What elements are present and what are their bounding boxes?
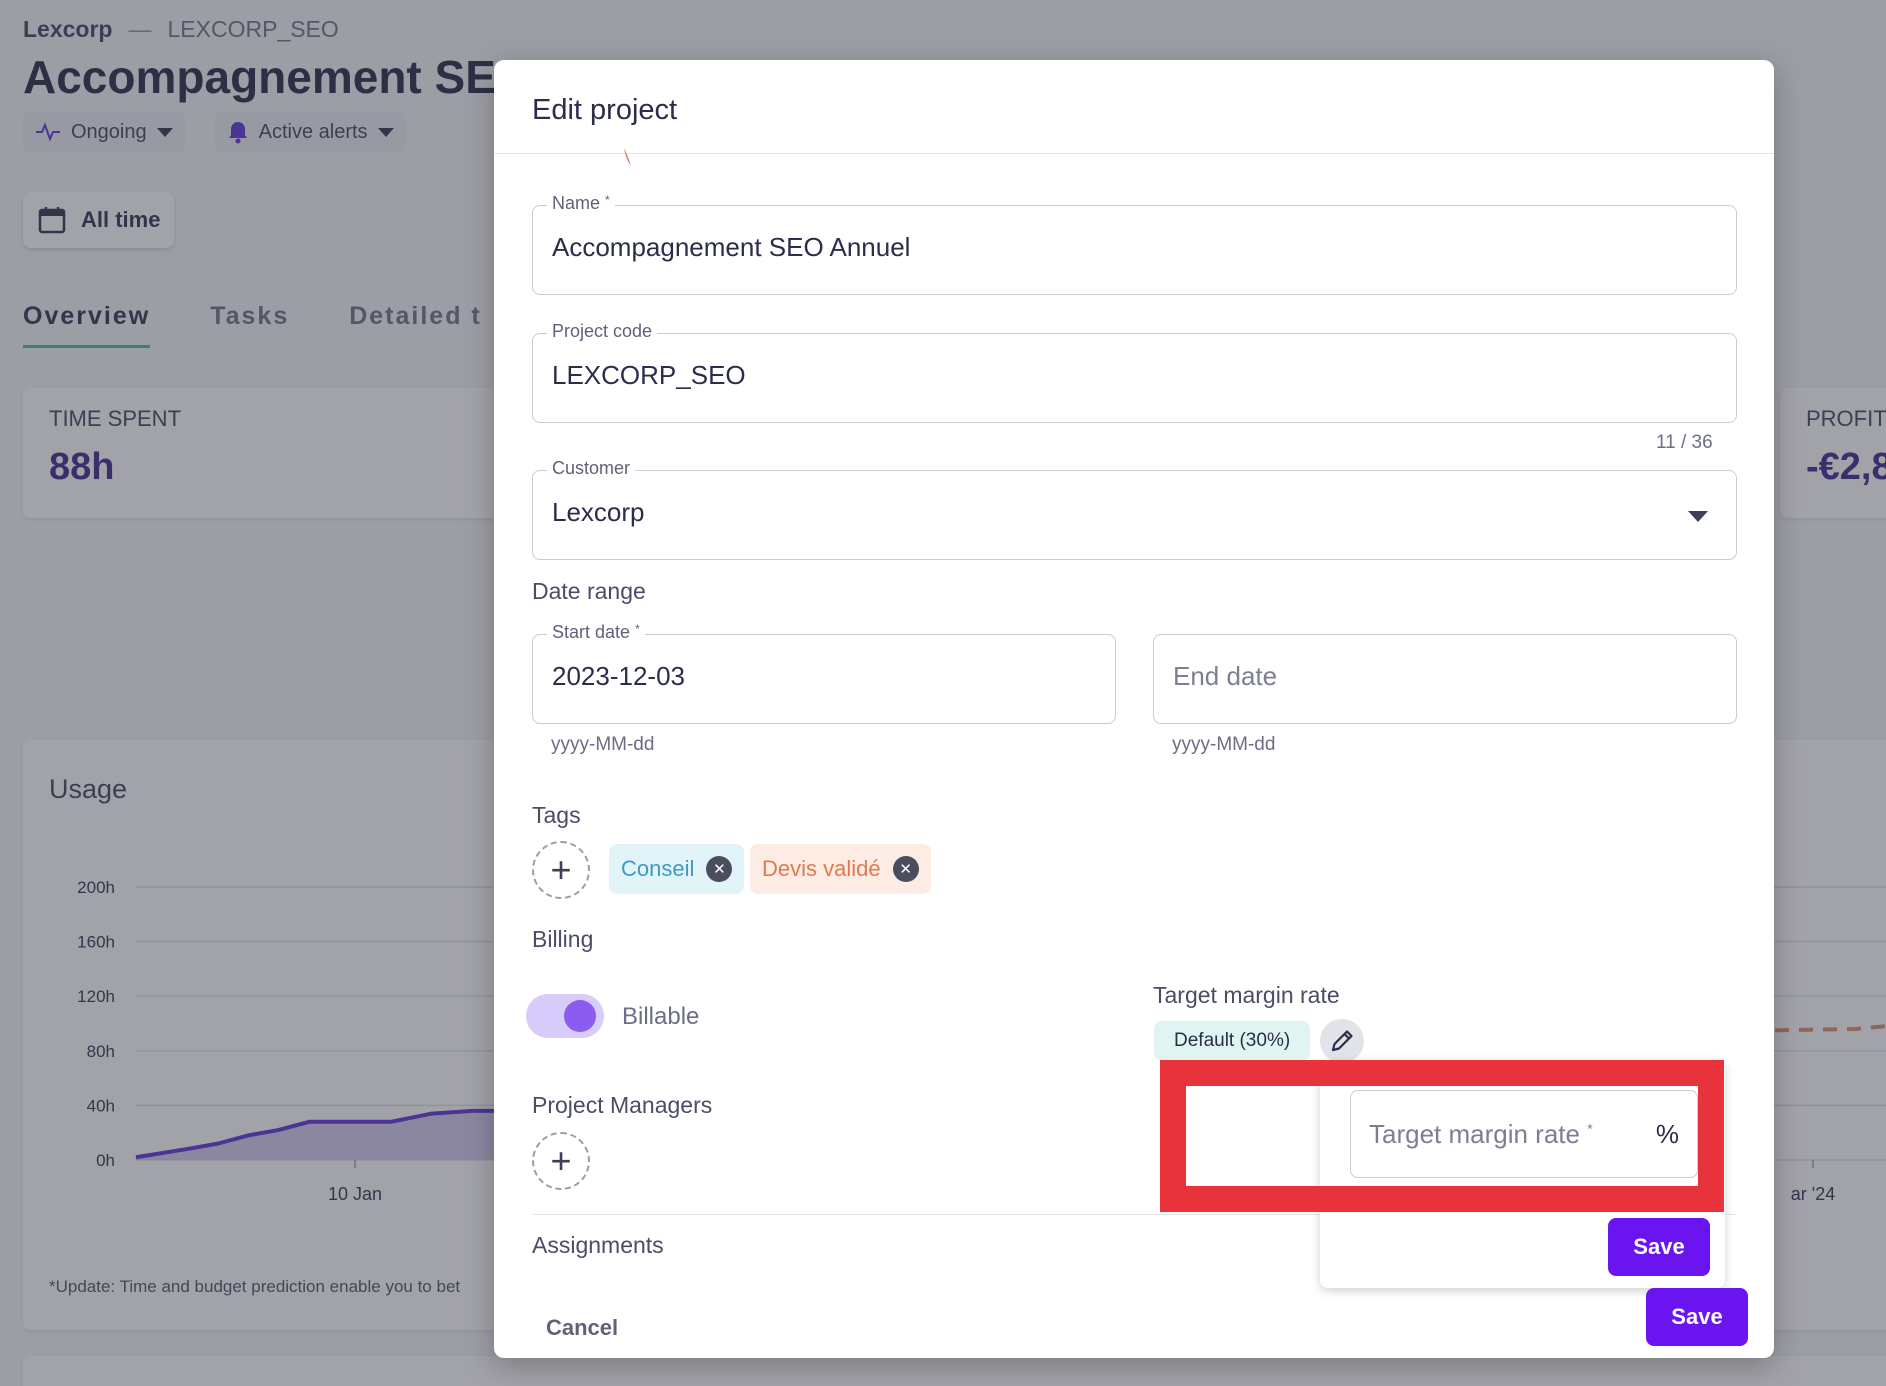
name-field[interactable]: Name * Accompagnement SEO Annuel (532, 193, 1737, 295)
toggle-knob (564, 1000, 596, 1032)
target-margin-label: Target margin rate (1153, 982, 1340, 1008)
cursor-artifact-icon (624, 148, 631, 166)
name-input[interactable]: Accompagnement SEO Annuel (552, 232, 910, 263)
popover-save-button[interactable]: Save (1608, 1218, 1710, 1276)
end-date-input[interactable]: End date (1173, 661, 1277, 692)
project-code-counter: 11 / 36 (1656, 432, 1713, 453)
remove-tag-icon[interactable]: ✕ (706, 856, 733, 882)
date-range-label: Date range (532, 578, 646, 604)
edit-margin-button[interactable] (1320, 1019, 1364, 1063)
plus-icon: + (550, 1140, 572, 1181)
billing-label: Billing (532, 926, 594, 952)
end-date-field[interactable]: End date (1153, 634, 1737, 724)
customer-value: Lexcorp (552, 497, 645, 527)
assignments-label: Assignments (532, 1232, 664, 1258)
remove-tag-icon[interactable]: ✕ (892, 856, 919, 882)
chevron-down-icon[interactable] (1688, 511, 1708, 522)
customer-label: Customer (547, 458, 636, 479)
project-code-input[interactable]: LEXCORP_SEO (552, 360, 746, 391)
highlight-box (1160, 1060, 1724, 1212)
default-margin-badge: Default (30%) (1154, 1021, 1311, 1061)
billable-label: Billable (622, 1003, 700, 1030)
start-date-input[interactable]: 2023-12-03 (552, 661, 685, 692)
project-code-label: Project code (547, 321, 658, 342)
save-button[interactable]: Save (1646, 1288, 1748, 1346)
tag-chip-conseil: Conseil ✕ (609, 844, 745, 894)
tag-chip-devis-valide: Devis validé ✕ (750, 844, 931, 894)
tags-label: Tags (532, 802, 581, 828)
tag-label: Devis validé (762, 856, 881, 881)
start-date-field[interactable]: Start date * 2023-12-03 (532, 622, 1116, 724)
billable-toggle[interactable] (526, 994, 604, 1038)
modal-title: Edit project (494, 60, 1774, 154)
customer-select[interactable]: Customer Lexcorp (532, 458, 1737, 560)
start-date-label: Start date * (547, 622, 645, 643)
end-date-hint: yyyy-MM-dd (1172, 734, 1276, 755)
tag-label: Conseil (621, 856, 695, 881)
edit-project-modal: Edit project Name * Accompagnement SEO A… (494, 60, 1774, 1358)
project-code-field[interactable]: Project code LEXCORP_SEO (532, 321, 1737, 423)
add-tag-button[interactable]: + (532, 841, 590, 899)
plus-icon: + (550, 849, 572, 890)
cancel-button[interactable]: Cancel (546, 1315, 618, 1341)
add-project-manager-button[interactable]: + (532, 1132, 590, 1190)
pencil-icon (1331, 1030, 1353, 1052)
name-field-label: Name * (547, 193, 615, 214)
project-managers-label: Project Managers (532, 1092, 713, 1118)
start-date-hint: yyyy-MM-dd (551, 734, 655, 755)
